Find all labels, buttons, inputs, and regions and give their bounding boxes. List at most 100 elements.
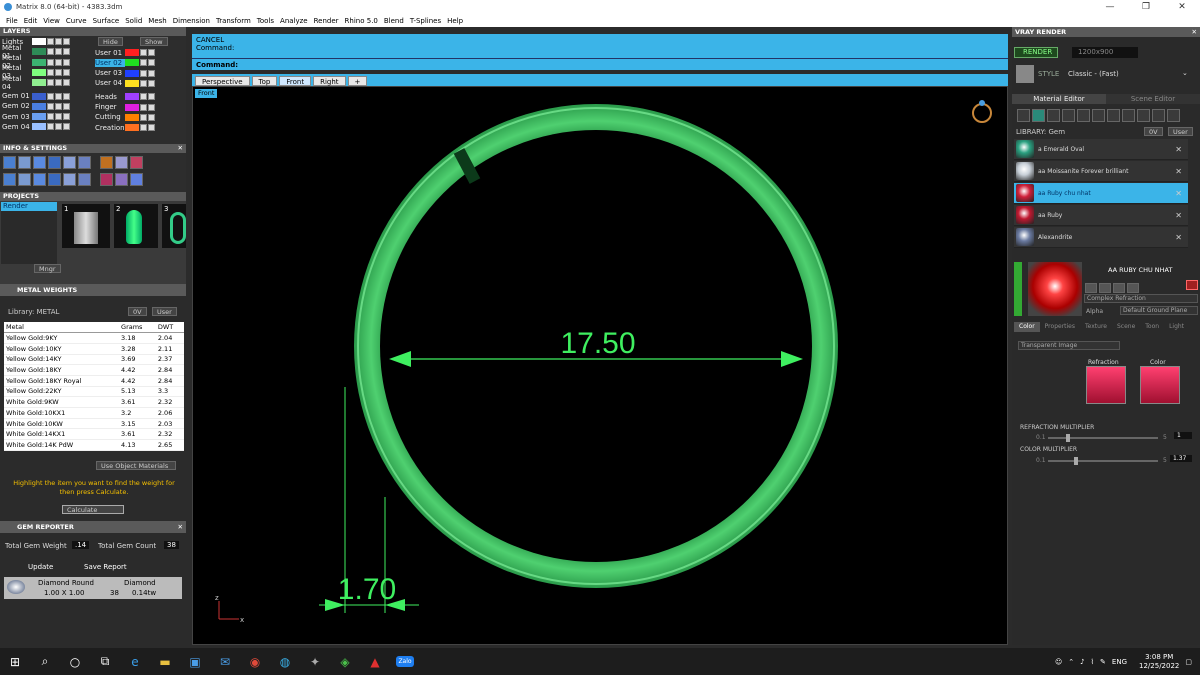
layer-row[interactable]: User 01: [95, 48, 156, 57]
lock-icon[interactable]: [55, 38, 62, 45]
expand-handle[interactable]: [1014, 262, 1022, 316]
close-button[interactable]: ✕: [1164, 0, 1200, 14]
gem-lib-user-button[interactable]: User: [1168, 127, 1193, 136]
grid-tool-icon[interactable]: [3, 173, 16, 186]
tab-scene[interactable]: Scene: [1112, 322, 1140, 332]
mail-icon[interactable]: ✉: [210, 648, 240, 675]
layer-row[interactable]: Metal 04: [2, 75, 71, 91]
save-report-button[interactable]: Save Report: [84, 563, 127, 571]
tab-toon[interactable]: Toon: [1140, 322, 1164, 332]
menu-mesh[interactable]: Mesh: [145, 17, 169, 25]
resolution-field[interactable]: 1200x900: [1072, 47, 1138, 58]
menu-help[interactable]: Help: [444, 17, 466, 25]
layer-row[interactable]: User 03: [95, 69, 156, 78]
project-slot-3[interactable]: 3: [162, 204, 186, 248]
tab-right[interactable]: Right: [313, 76, 346, 86]
visibility-icon[interactable]: [47, 123, 54, 131]
drop-icon[interactable]: [1017, 109, 1030, 122]
camera-tool-icon[interactable]: [63, 173, 76, 186]
visibility-icon[interactable]: [47, 92, 54, 100]
visibility-icon[interactable]: [47, 113, 54, 121]
tab-light[interactable]: Light: [1164, 322, 1189, 332]
lock-icon[interactable]: [148, 59, 155, 67]
sphere-tool-icon[interactable]: [33, 173, 46, 186]
shape-icon[interactable]: [1085, 283, 1097, 293]
windows-start-icon[interactable]: ⊞: [0, 648, 30, 675]
slider-handle[interactable]: [1066, 434, 1070, 442]
tab-add[interactable]: +: [347, 76, 368, 86]
gem-icon[interactable]: [1032, 109, 1045, 122]
layer-option-icon[interactable]: [63, 92, 70, 100]
material-list-item[interactable]: Alexandrite ✕: [1014, 227, 1188, 248]
lock-icon[interactable]: [55, 113, 62, 121]
light-tool-icon[interactable]: [115, 173, 129, 186]
project-item-render[interactable]: Render: [1, 202, 57, 211]
visibility-icon[interactable]: [47, 38, 54, 45]
visibility-icon[interactable]: [140, 79, 147, 87]
layer-row[interactable]: User 04: [95, 79, 156, 88]
layer-row[interactable]: User 02: [95, 58, 156, 67]
clock[interactable]: 3:08 PM 12/25/2022: [1133, 653, 1179, 671]
material-list-item[interactable]: aa Ruby ✕: [1014, 205, 1188, 226]
layer-row[interactable]: Gem 04: [2, 122, 71, 131]
remove-icon[interactable]: ✕: [1175, 189, 1182, 198]
use-object-materials-dropdown[interactable]: Use Object Materials: [96, 461, 176, 470]
language-indicator[interactable]: ENG: [1112, 658, 1127, 666]
table-row[interactable]: White Gold:10KW 3.15 2.03: [4, 418, 184, 430]
analyze-tool-icon[interactable]: [78, 173, 91, 186]
layer-color-swatch[interactable]: [125, 113, 139, 121]
layer-color-swatch[interactable]: [125, 93, 139, 101]
menu-file[interactable]: File: [3, 17, 21, 25]
command-input[interactable]: Command:: [192, 58, 1008, 70]
lock-icon[interactable]: [148, 69, 155, 77]
lock-icon[interactable]: [55, 92, 62, 100]
close-icon[interactable]: ✕: [178, 144, 183, 153]
layer-option-icon[interactable]: [63, 113, 70, 121]
metal-lib-0v-button[interactable]: 0V: [128, 307, 147, 316]
menu-solid[interactable]: Solid: [122, 17, 145, 25]
task-view-icon[interactable]: ⧉: [90, 648, 120, 675]
cortana-icon[interactable]: ○: [60, 648, 90, 675]
layer-color-swatch[interactable]: [32, 102, 46, 110]
layer-option-icon[interactable]: [63, 79, 70, 87]
layer-tool-icon[interactable]: [33, 156, 46, 169]
visibility-icon[interactable]: [47, 102, 54, 110]
matrix-icon[interactable]: ◈: [330, 648, 360, 675]
close-icon[interactable]: ✕: [1192, 27, 1197, 37]
render-button[interactable]: RENDER: [1014, 47, 1058, 58]
project-slot-1[interactable]: 1: [62, 204, 110, 248]
gem-tool-icon[interactable]: [100, 156, 114, 169]
table-row[interactable]: Yellow Gold:9KY 3.18 2.04: [4, 332, 184, 344]
layer-option-icon[interactable]: [63, 68, 70, 76]
visibility-icon[interactable]: [140, 124, 147, 132]
table-row[interactable]: Yellow Gold:14KY 3.69 2.37: [4, 354, 184, 366]
chevron-down-icon[interactable]: ⌄: [1182, 69, 1188, 77]
close-icon[interactable]: ✕: [178, 521, 183, 533]
tab-properties[interactable]: Properties: [1040, 322, 1080, 332]
hide-button[interactable]: Hide: [98, 37, 123, 46]
table-row[interactable]: White Gold:10KX1 3.2 2.06: [4, 407, 184, 419]
table-row[interactable]: Yellow Gold:10KY 3.28 2.11: [4, 343, 184, 355]
cube-tool-icon[interactable]: [115, 156, 129, 169]
tab-color[interactable]: Color: [1014, 322, 1040, 332]
visibility-icon[interactable]: [140, 113, 147, 121]
visibility-icon[interactable]: [140, 103, 147, 111]
layer-row[interactable]: Creation: [95, 123, 156, 132]
layer-option-icon[interactable]: [63, 123, 70, 131]
render-tool-icon[interactable]: [48, 156, 61, 169]
table-row[interactable]: White Gold:14K PdW 4.13 2.65: [4, 439, 184, 451]
layer-row[interactable]: Gem 01: [2, 92, 71, 101]
light-icon[interactable]: [1167, 109, 1180, 122]
vray-icon[interactable]: ▲: [360, 648, 390, 675]
box-tool-icon[interactable]: [18, 173, 31, 186]
menu-edit[interactable]: Edit: [21, 17, 41, 25]
menu-curve[interactable]: Curve: [63, 17, 90, 25]
menu-dimension[interactable]: Dimension: [170, 17, 213, 25]
menu-tsplines[interactable]: T-Splines: [407, 17, 444, 25]
visibility-icon[interactable]: [140, 49, 147, 56]
tab-material-editor[interactable]: Material Editor: [1012, 94, 1106, 104]
material-list-item[interactable]: a Emerald Oval ✕: [1014, 139, 1188, 160]
refraction-value[interactable]: 1: [1174, 432, 1192, 439]
gem-lib-0v-button[interactable]: 0V: [1144, 127, 1163, 136]
add-icon[interactable]: [1137, 109, 1150, 122]
